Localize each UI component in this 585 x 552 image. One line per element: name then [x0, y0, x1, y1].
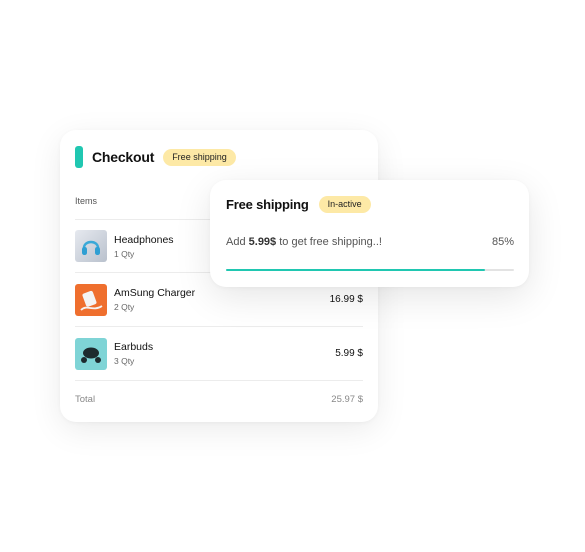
- message-amount: 5.99$: [248, 236, 277, 248]
- item-qty: 3 Qty: [114, 356, 135, 366]
- item-name: Earbuds: [114, 341, 154, 353]
- item-qty: 1 Qty: [114, 248, 135, 259]
- shipping-title: Free shipping: [226, 197, 309, 212]
- shipping-header: Free shipping In-active: [226, 196, 371, 213]
- status-badge: In-active: [318, 196, 371, 213]
- charger-image: [75, 283, 107, 316]
- message-prefix: Add: [226, 236, 249, 248]
- item-price: 16.99 $: [329, 294, 363, 305]
- message-suffix: to get free shipping..!: [276, 236, 382, 248]
- shipping-message: Add 5.99$ to get free shipping..!: [226, 236, 382, 248]
- accent-bar: [75, 146, 83, 168]
- earbuds-image: [75, 337, 107, 370]
- item-name: AmSung Charger: [114, 287, 196, 299]
- checkout-title: Checkout: [92, 149, 155, 165]
- items-column-header: Items: [75, 196, 98, 206]
- total-row: Total 25.97 $: [75, 394, 363, 405]
- headphones-image: [75, 230, 107, 262]
- item-price: 5.99 $: [335, 348, 363, 359]
- item-qty: 2 Qty: [114, 302, 135, 312]
- progress-percent: 85%: [491, 236, 514, 248]
- checkout-header: Checkout Free shipping: [75, 146, 236, 168]
- progress-fill: [226, 269, 486, 271]
- item-name: Headphones: [114, 233, 174, 246]
- free-shipping-badge: Free shipping: [163, 148, 236, 166]
- list-item[interactable]: Earbuds 3 Qty 5.99 $: [75, 327, 363, 381]
- total-label: Total: [75, 394, 96, 405]
- free-shipping-card: Free shipping In-active Add 5.99$ to get…: [210, 180, 529, 287]
- progress-bar: [226, 269, 514, 271]
- total-value: 25.97 $: [331, 394, 363, 405]
